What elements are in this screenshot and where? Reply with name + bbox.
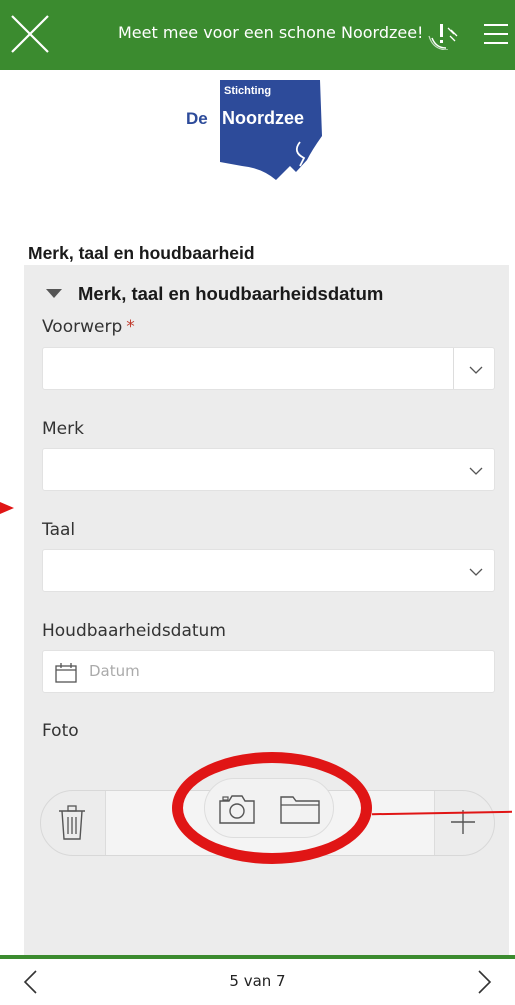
calendar-icon[interactable] bbox=[55, 663, 77, 683]
voorwerp-label: Voorwerp * bbox=[42, 317, 135, 337]
page-navigation: 5 van 7 bbox=[0, 959, 515, 1005]
date-placeholder: Datum bbox=[89, 662, 140, 680]
chevron-down-icon[interactable] bbox=[468, 362, 484, 378]
chevron-right-icon[interactable] bbox=[473, 969, 495, 995]
merk-label: Merk bbox=[42, 419, 84, 439]
logo-prefix: De bbox=[186, 109, 208, 128]
close-icon[interactable] bbox=[8, 12, 56, 58]
stichting-de-noordzee-logo: Stichting De Noordzee bbox=[186, 80, 322, 180]
satellite-warning-icon[interactable] bbox=[428, 20, 460, 50]
taal-select[interactable] bbox=[42, 549, 495, 592]
hamburger-menu-icon[interactable] bbox=[482, 20, 510, 48]
logo-name: Noordzee bbox=[222, 108, 304, 128]
date-input[interactable]: Datum bbox=[42, 650, 495, 693]
group-header[interactable]: Merk, taal en houdbaarheidsdatum bbox=[46, 283, 383, 305]
annotation-arrow-icon bbox=[0, 502, 14, 514]
chevron-down-icon[interactable] bbox=[468, 463, 484, 479]
voorwerp-label-text: Voorwerp bbox=[42, 317, 123, 337]
voorwerp-select[interactable] bbox=[42, 347, 495, 390]
group-title: Merk, taal en houdbaarheidsdatum bbox=[78, 283, 384, 304]
taal-label: Taal bbox=[42, 520, 76, 540]
logo-line1: Stichting bbox=[224, 85, 271, 97]
page-indicator: 5 van 7 bbox=[229, 972, 286, 990]
required-marker: * bbox=[126, 317, 135, 337]
highlight-ring bbox=[172, 752, 372, 864]
merk-select[interactable] bbox=[42, 448, 495, 491]
foto-label: Foto bbox=[42, 721, 79, 741]
houdbaarheid-label: Houdbaarheidsdatum bbox=[42, 621, 226, 641]
trash-icon[interactable] bbox=[57, 805, 87, 841]
select-divider bbox=[453, 348, 454, 389]
section-title: Merk, taal en houdbaarheid bbox=[28, 243, 255, 263]
collapse-triangle-icon[interactable] bbox=[46, 288, 62, 298]
chevron-down-icon[interactable] bbox=[468, 564, 484, 580]
header-title: Meet mee voor een schone Noordzee! bbox=[118, 23, 424, 42]
app-header: Meet mee voor een schone Noordzee! bbox=[0, 0, 515, 70]
